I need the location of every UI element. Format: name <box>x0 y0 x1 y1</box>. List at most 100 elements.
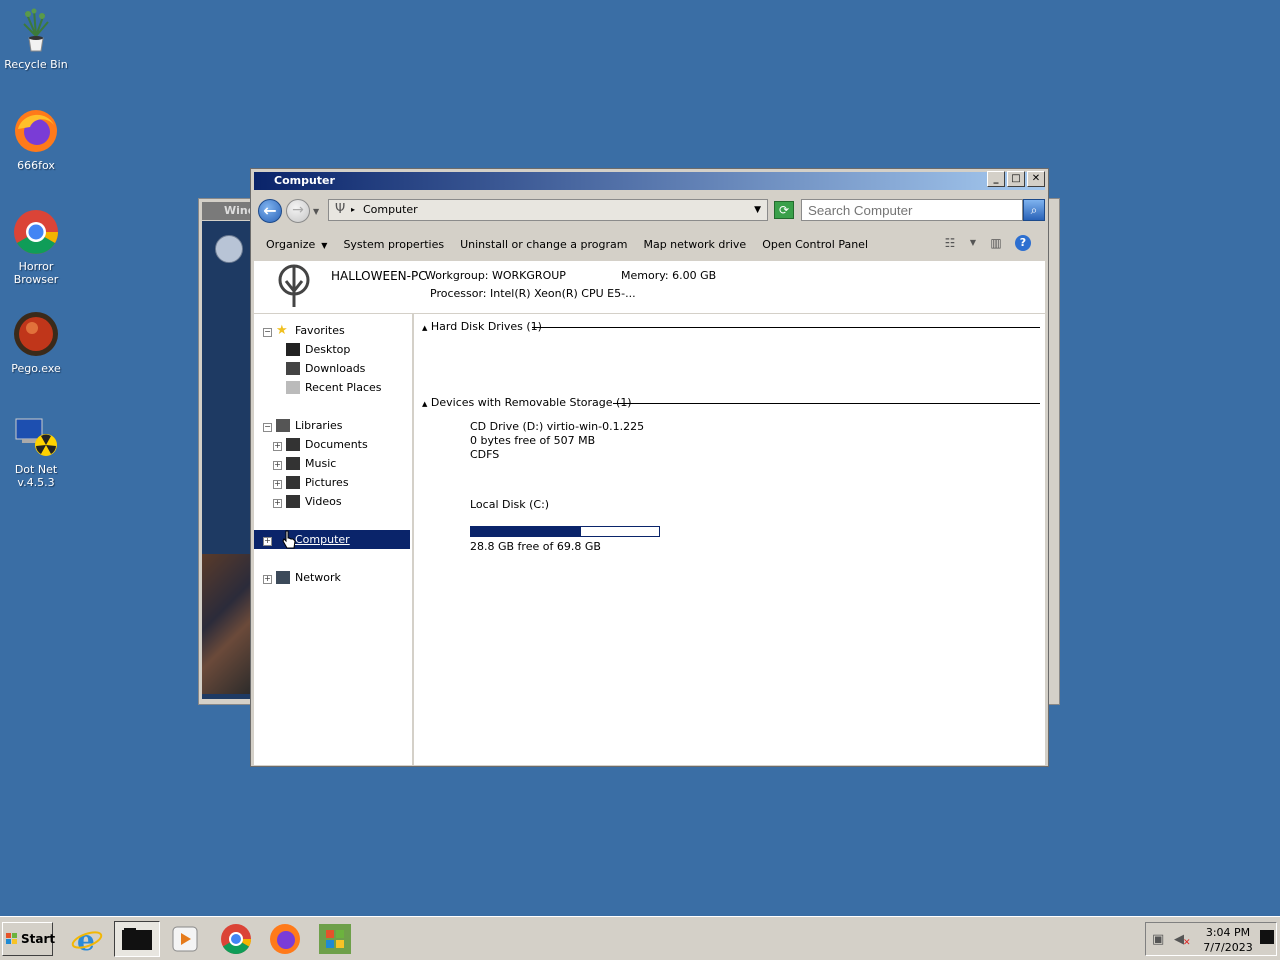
group-divider <box>532 327 1040 328</box>
desktop-icon-horror-browser[interactable]: Horror Browser <box>4 208 68 286</box>
desktop-icon-666fox[interactable]: 666fox <box>4 107 68 172</box>
taskbar-windows-app[interactable] <box>314 921 356 957</box>
recent-places-icon <box>286 380 300 394</box>
search-icon: ⌕ <box>1030 203 1038 217</box>
nav-item-label: Pictures <box>305 476 349 489</box>
local-disk-name[interactable]: Local Disk (C:) <box>470 498 549 512</box>
media-player-icon <box>172 926 198 952</box>
nav-item-label: Music <box>305 457 337 470</box>
network-tray-icon[interactable]: ▣ <box>1152 932 1164 947</box>
forward-button[interactable]: → <box>286 199 310 223</box>
windows-logo-icon <box>6 933 17 944</box>
navigation-pane[interactable]: − ★ Favorites Desktop Downloads Recent Pl… <box>254 314 414 765</box>
expand-music-toggle[interactable]: + <box>273 461 282 470</box>
desktop-icon-recycle-bin[interactable]: Recycle Bin <box>4 6 68 71</box>
taskbar-media-player[interactable] <box>164 921 206 957</box>
taskbar-firefox[interactable] <box>264 921 306 957</box>
desktop-icon-pego[interactable]: Pego.exe <box>4 310 68 375</box>
muted-x-icon: ✕ <box>1183 938 1191 948</box>
nav-item-network[interactable]: Network <box>276 568 341 587</box>
desktop-folder-icon <box>286 342 300 356</box>
nav-item-label: Desktop <box>305 343 351 356</box>
nav-item-label: Documents <box>305 438 368 451</box>
view-dropdown-icon[interactable]: ▼ <box>969 235 977 251</box>
uninstall-program-button[interactable]: Uninstall or change a program <box>460 238 627 251</box>
content-pane[interactable]: ▲ Hard Disk Drives (1) Local Disk (C:) 2… <box>414 314 1045 765</box>
nav-item-libraries[interactable]: Libraries <box>276 416 343 435</box>
expand-pictures-toggle[interactable]: + <box>273 480 282 489</box>
collapse-favorites-toggle[interactable]: − <box>263 328 272 337</box>
organize-label: Organize <box>266 237 316 251</box>
minimize-button[interactable]: _ <box>987 171 1005 187</box>
collapse-arrow-icon: ▲ <box>422 400 428 408</box>
cd-drive-name[interactable]: CD Drive (D:) virtio-win-0.1.225 <box>470 420 644 434</box>
desktop-icon-dot-net[interactable]: Dot Net v.4.5.3 <box>4 411 68 489</box>
refresh-button[interactable]: ⟳ <box>774 201 794 219</box>
clock-time: 3:04 PM <box>1205 926 1251 939</box>
nav-item-label: Videos <box>305 495 342 508</box>
details-pane: HALLOWEEN-PC Workgroup: WORKGROUP Memory… <box>254 261 1045 313</box>
svg-text:e: e <box>77 924 95 957</box>
start-label: Start <box>21 932 56 946</box>
help-icon[interactable]: ? <box>1015 235 1031 251</box>
taskbar-explorer-window[interactable] <box>114 921 160 957</box>
change-view-icon[interactable]: ☷ <box>941 235 959 251</box>
group-header-hard-disks[interactable]: ▲ Hard Disk Drives (1) <box>422 319 542 335</box>
expand-network-toggle[interactable]: + <box>263 575 272 584</box>
star-icon: ★ <box>276 322 288 338</box>
arrow-right-icon: → <box>292 202 304 218</box>
history-dropdown-icon[interactable]: ▼ <box>313 207 319 216</box>
maximize-button[interactable]: □ <box>1007 171 1025 187</box>
collapse-libraries-toggle[interactable]: − <box>263 423 272 432</box>
group-divider <box>613 403 1040 404</box>
clock[interactable]: 3:04 PM 7/7/2023 <box>1200 925 1256 955</box>
search-input[interactable] <box>801 199 1023 221</box>
close-button[interactable]: ✕ <box>1027 171 1045 187</box>
nav-item-videos[interactable]: Videos <box>286 492 342 511</box>
open-control-panel-button[interactable]: Open Control Panel <box>762 238 868 251</box>
preview-pane-icon[interactable]: ▥ <box>987 235 1005 251</box>
nav-item-downloads[interactable]: Downloads <box>286 359 365 378</box>
nav-item-pictures[interactable]: Pictures <box>286 473 349 492</box>
taskbar-chrome[interactable] <box>215 921 257 957</box>
explorer-window[interactable]: Computer _ □ ✕ ← → ▼ Ψ ▸ Computer ▼ ⟳ ⌕ … <box>250 168 1049 767</box>
expand-videos-toggle[interactable]: + <box>273 499 282 508</box>
group-title: Hard Disk Drives (1) <box>430 320 542 333</box>
taskbar: Start e ▣ ◀ ✕ 3:04 PM 7/7/2023 <box>0 916 1280 960</box>
map-network-drive-button[interactable]: Map network drive <box>643 238 746 251</box>
memory-text: Memory: 6.00 GB <box>621 269 717 282</box>
nav-item-desktop[interactable]: Desktop <box>286 340 350 359</box>
documents-icon <box>286 437 300 451</box>
arrow-left-icon: ← <box>263 201 277 220</box>
expand-computer-toggle[interactable]: + <box>263 537 272 546</box>
address-bar[interactable]: Ψ ▸ Computer ▼ <box>328 199 768 221</box>
taskbar-internet-explorer[interactable]: e <box>66 921 108 957</box>
desktop-icon-label: Horror Browser <box>13 260 59 286</box>
nav-item-music[interactable]: Music <box>286 454 336 473</box>
search-button[interactable]: ⌕ <box>1023 199 1045 221</box>
window-controls: _ □ ✕ <box>987 171 1045 187</box>
background-thumbnails <box>202 554 254 694</box>
red-orb-icon <box>12 310 60 358</box>
organize-button[interactable]: Organize ▼ <box>266 238 327 251</box>
chevron-down-icon: ▼ <box>321 240 328 250</box>
address-dropdown-icon[interactable]: ▼ <box>754 200 761 220</box>
desktop-icon-label: Dot Net v.4.5.3 <box>14 463 58 489</box>
back-button[interactable]: ← <box>258 199 282 223</box>
recycle-bin-icon <box>12 6 60 54</box>
group-header-removable[interactable]: ▲ Devices with Removable Storage (1) <box>422 395 632 411</box>
nav-item-recent-places[interactable]: Recent Places <box>286 378 382 397</box>
address-location[interactable]: Computer <box>363 203 418 216</box>
pictures-icon <box>286 475 300 489</box>
nav-item-favorites[interactable]: ★ Favorites <box>276 321 345 340</box>
breadcrumb-arrow-icon[interactable]: ▸ <box>351 200 355 220</box>
nav-item-label: Downloads <box>305 362 366 375</box>
setup-icon <box>12 411 60 459</box>
nav-item-documents[interactable]: Documents <box>286 435 368 454</box>
start-button[interactable]: Start <box>2 922 56 956</box>
system-properties-button[interactable]: System properties <box>343 238 444 251</box>
expand-documents-toggle[interactable]: + <box>273 442 282 451</box>
desktop-icon-label: Recycle Bin <box>4 58 68 71</box>
network-icon <box>276 570 290 584</box>
show-desktop-icon[interactable] <box>1260 930 1274 944</box>
